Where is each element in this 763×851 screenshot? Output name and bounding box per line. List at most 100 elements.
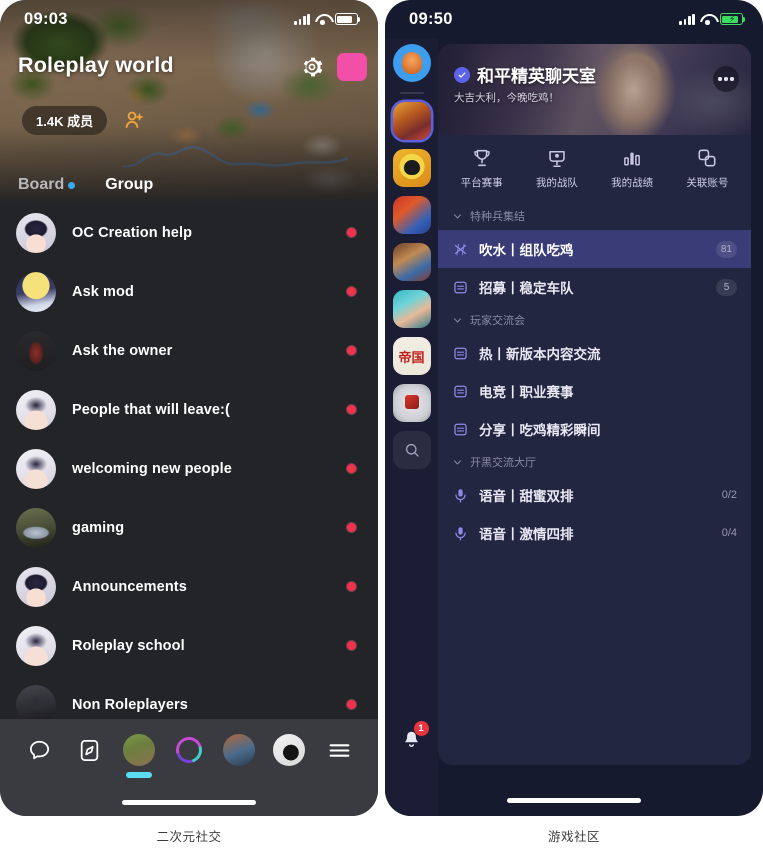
server-icon-list[interactable] [392,102,431,431]
wifi-icon [700,14,715,25]
notifications-button[interactable]: 1 [393,720,431,758]
server-rail[interactable]: 1 [385,38,438,816]
channel-row[interactable]: 热丨新版本内容交流 [438,334,751,372]
unread-dot [347,287,356,296]
channel-row[interactable]: Non Roleplayers [0,675,378,719]
channel-name: 吹水丨组队吃鸡 [479,243,574,259]
gear-icon[interactable] [300,55,324,79]
unread-dot [347,346,356,355]
home-indicator [122,800,256,805]
channel-row[interactable]: 招募丨稳定车队 5 [438,268,751,306]
channel-row[interactable]: OC Creation help [0,203,378,262]
server-icon[interactable] [392,337,431,375]
channel-row[interactable]: 电竞丨职业赛事 [438,372,751,410]
channel-row[interactable]: welcoming new people [0,439,378,498]
quick-action[interactable]: 我的战绩 [600,147,664,190]
nav-cat-button[interactable] [270,731,308,769]
community-panel: 和平精英聊天室 大吉大利，今晚吃鸡！ 平台赛事 我的战队 我的战绩 关联账号 特种兵集… [438,44,751,765]
channel-row[interactable]: Roleplay school [0,616,378,675]
nav-compass-button[interactable] [70,731,108,769]
channel-row[interactable]: Ask mod [0,262,378,321]
more-options-icon[interactable] [713,66,739,92]
tab-board[interactable]: Board [18,176,76,194]
channel-row[interactable]: Ask the owner [0,321,378,380]
wifi-icon [315,14,330,25]
cat-avatar [273,734,305,766]
server-icon[interactable] [392,384,431,422]
status-time: 09:50 [409,9,453,28]
channel-row[interactable]: 语音丨甜蜜双排 0/2 [438,476,751,514]
server-icon[interactable] [392,149,431,187]
channel-name: 分享丨吃鸡精彩瞬间 [479,423,601,439]
channel-row[interactable]: gaming [0,498,378,557]
channel-group-header[interactable]: 特种兵集结 [438,202,751,230]
menu-icon [329,743,349,757]
server-icon[interactable] [392,243,431,281]
server-icon[interactable] [392,196,431,234]
text-channel-icon [454,385,467,397]
channel-name: Ask the owner [72,342,173,359]
right-status-bar: 09:50 ⚡ [385,0,763,38]
quick-action-label: 我的战绩 [611,177,654,189]
voice-channel-icon [455,488,466,503]
channel-group-header[interactable]: 玩家交流会 [438,306,751,334]
channel-name: 热丨新版本内容交流 [479,347,601,363]
channel-groups[interactable]: 特种兵集结吹水丨组队吃鸡 81 招募丨稳定车队 5 玩家交流会热丨新版本内容交流 电竞丨职… [438,200,751,552]
unread-dot [347,700,356,709]
channel-name: 语音丨甜蜜双排 [479,489,574,505]
right-phone-mockup: 09:50 ⚡ 帝国 1 和平精英聊天室 大吉大利，今晚吃鸡！ 平台赛事 我的战… [385,0,763,816]
server-icon[interactable] [392,102,431,140]
channel-name: Non Roleplayers [72,696,188,713]
community-title-text: 和平精英聊天室 [477,67,596,87]
quick-action[interactable]: 平台赛事 [450,147,514,190]
channel-row[interactable]: 分享丨吃鸡精彩瞬间 [438,410,751,448]
text-channel-icon [454,347,467,359]
channel-row[interactable]: 吹水丨组队吃鸡 81 [438,230,751,268]
text-channel-icon [454,281,467,293]
signal-bars-icon [679,13,695,25]
left-status-bar: 09:03 [0,0,378,38]
photo-avatar [223,734,255,766]
chevron-down-icon [454,213,461,218]
unread-badge: 81 [715,240,737,258]
channel-row[interactable]: 语音丨激情四排 0/4 [438,514,751,552]
status-indicators [294,13,361,25]
channel-row[interactable]: Announcements [0,557,378,616]
quick-action[interactable]: 我的战队 [525,147,589,190]
battery-icon [335,13,361,25]
channel-name: People that will leave:( [72,401,230,418]
unread-dot [347,405,356,414]
quick-action[interactable]: 关联账号 [675,147,739,190]
channel-group-header[interactable]: 开黑交流大厅 [438,448,751,476]
member-count-pill: 1.4K 成员 [22,106,108,135]
channel-avatar [16,330,56,371]
channel-list[interactable]: OC Creation help Ask mod Ask the owner Peop… [0,203,378,719]
text-channel-icon [454,423,467,435]
channel-name: 电竞丨职业赛事 [479,385,574,401]
channel-avatar [16,212,56,253]
quick-actions-row[interactable]: 平台赛事 我的战队 我的战绩 关联账号 [438,135,751,200]
home-server-avatar[interactable] [392,44,431,82]
nav-menu-button[interactable] [320,731,358,769]
server-icon[interactable] [392,290,431,328]
nav-ring-button[interactable] [170,731,208,769]
notification-badge: 1 [413,721,429,736]
nav-photo-button[interactable] [220,731,258,769]
nav-world-button[interactable] [120,731,158,778]
color-swatch[interactable] [337,53,367,81]
channel-name: welcoming new people [72,460,232,477]
bottom-bar [0,719,378,816]
board-group-tabs: Board Group [0,168,378,202]
channel-avatar [16,271,56,312]
add-person-icon[interactable] [122,108,146,132]
team-shield-icon [549,150,565,168]
left-phone-mockup: 09:03 Roleplay world 1.4K 成员 Board Group… [0,0,378,816]
home-indicator [507,798,641,803]
channel-row[interactable]: People that will leave:( [0,380,378,439]
tab-group[interactable]: Group [105,176,153,194]
nav-chat-button[interactable] [20,731,58,769]
channel-name: 语音丨激情四排 [479,527,574,543]
nav-active-indicator [126,772,152,778]
unread-dot [347,641,356,650]
search-icon[interactable] [392,431,431,469]
